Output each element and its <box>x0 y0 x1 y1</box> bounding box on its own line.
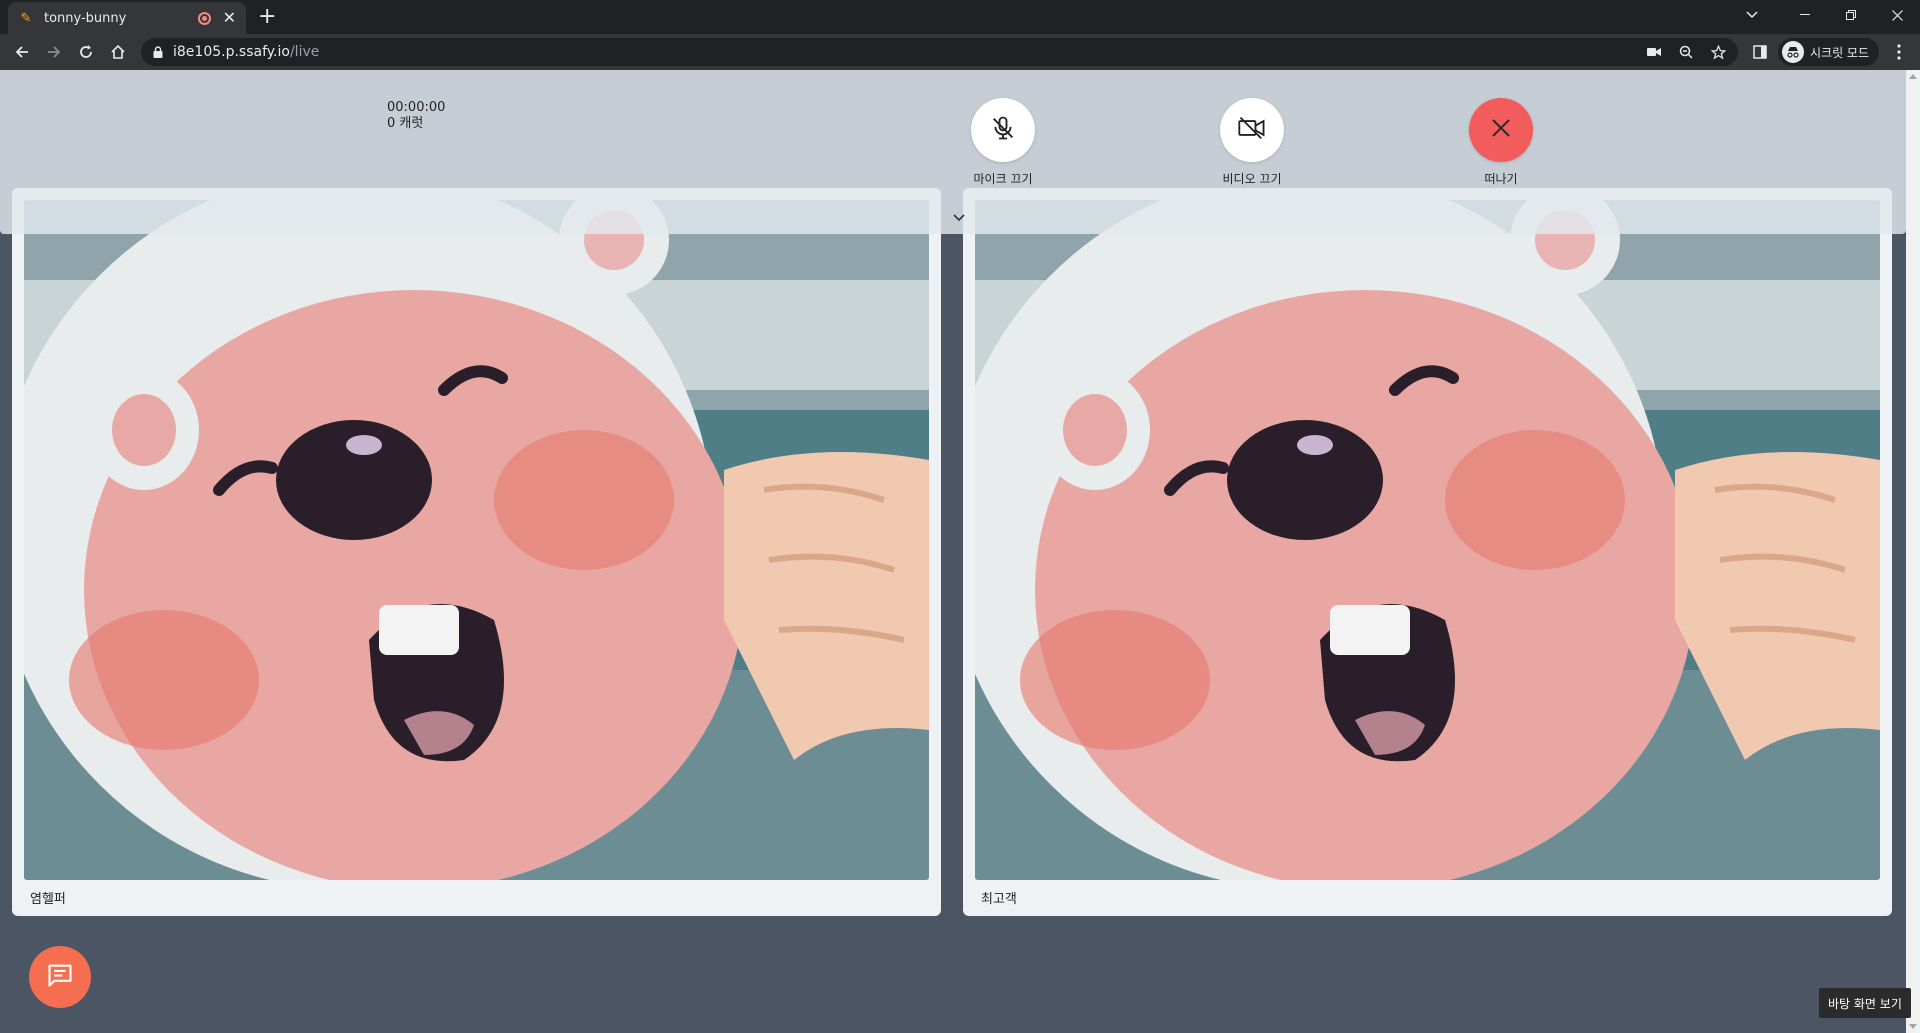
browser-tab-strip: ✎ tonny-bunny ✕ + <box>0 0 1920 34</box>
chat-button[interactable] <box>29 946 91 1008</box>
recording-indicator-icon <box>197 11 211 25</box>
close-tab-icon[interactable]: ✕ <box>223 10 236 26</box>
participant-name: 염헬퍼 <box>30 892 66 907</box>
participant-video <box>975 200 1880 880</box>
lock-icon <box>153 46 163 58</box>
carrot-count: 0 캐럿 <box>387 116 424 131</box>
call-timer: 00:00:00 <box>387 100 446 115</box>
leave-button[interactable] <box>1469 98 1533 162</box>
address-bar[interactable]: i8e105.p.ssafy.io/live <box>141 38 1738 66</box>
tab-search-chevron-icon[interactable] <box>1722 0 1782 30</box>
video-off-label: 비디오 끄기 <box>1222 172 1282 186</box>
collapse-chevron-icon[interactable] <box>951 210 967 226</box>
video-off-button[interactable] <box>1220 98 1284 162</box>
session-status: 00:00:00 0 캐럿 <box>387 100 445 132</box>
kebab-menu-icon[interactable] <box>1887 38 1911 66</box>
call-control-panel: 00:00:00 0 캐럿 마이크 끄기 비디오 끄기 떠나기 <box>0 70 1906 234</box>
browser-tab[interactable]: ✎ tonny-bunny ✕ <box>8 2 246 34</box>
url-path: /live <box>289 44 320 60</box>
close-window-icon[interactable] <box>1874 0 1920 30</box>
mic-off-control[interactable]: 마이크 끄기 <box>943 98 1063 187</box>
new-tab-button[interactable]: + <box>258 5 276 29</box>
participant-video <box>24 200 929 880</box>
video-off-icon <box>1237 114 1267 146</box>
bookmark-star-icon[interactable] <box>1708 42 1728 62</box>
minimize-icon[interactable] <box>1782 0 1828 30</box>
tab-title: tonny-bunny <box>44 10 127 26</box>
mic-off-icon <box>989 114 1017 146</box>
scroll-up-arrow-icon[interactable] <box>1909 74 1917 79</box>
url-host: i8e105.p.ssafy.io <box>173 44 290 60</box>
incognito-label: 시크릿 모드 <box>1810 45 1870 60</box>
incognito-profile-button[interactable]: 시크릿 모드 <box>1778 38 1880 66</box>
page-scrollbar[interactable] <box>1906 70 1920 1033</box>
participant-video-card: 염헬퍼 <box>12 188 941 916</box>
forward-arrow-icon[interactable] <box>40 38 68 66</box>
mic-off-button[interactable] <box>971 98 1035 162</box>
side-panel-icon[interactable] <box>1750 42 1770 62</box>
camera-in-use-icon[interactable] <box>1644 42 1664 62</box>
close-icon <box>1489 116 1513 144</box>
home-icon[interactable] <box>104 38 132 66</box>
participant-name: 최고객 <box>981 892 1017 907</box>
incognito-icon <box>1782 41 1804 63</box>
leave-control[interactable]: 떠나기 <box>1441 98 1561 187</box>
show-desktop-tooltip: 바탕 화면 보기 <box>1819 988 1911 1018</box>
participant-video-card: 최고객 <box>963 188 1892 916</box>
chat-icon <box>46 961 74 993</box>
leave-label: 떠나기 <box>1484 172 1518 186</box>
zoom-icon[interactable] <box>1676 42 1696 62</box>
back-arrow-icon[interactable] <box>8 38 36 66</box>
video-off-control[interactable]: 비디오 끄기 <box>1192 98 1312 187</box>
scroll-down-arrow-icon[interactable] <box>1909 1024 1917 1029</box>
mic-off-label: 마이크 끄기 <box>973 172 1033 186</box>
reload-icon[interactable] <box>72 38 100 66</box>
browser-toolbar: i8e105.p.ssafy.io/live 시크릿 모드 <box>0 34 1920 70</box>
live-page: 염헬퍼 최고객 00:00:00 0 캐럿 마이크 끄기 비디오 끄기 떠나기 <box>0 70 1906 1033</box>
pencil-icon: ✎ <box>20 10 32 26</box>
restore-icon[interactable] <box>1828 0 1874 30</box>
